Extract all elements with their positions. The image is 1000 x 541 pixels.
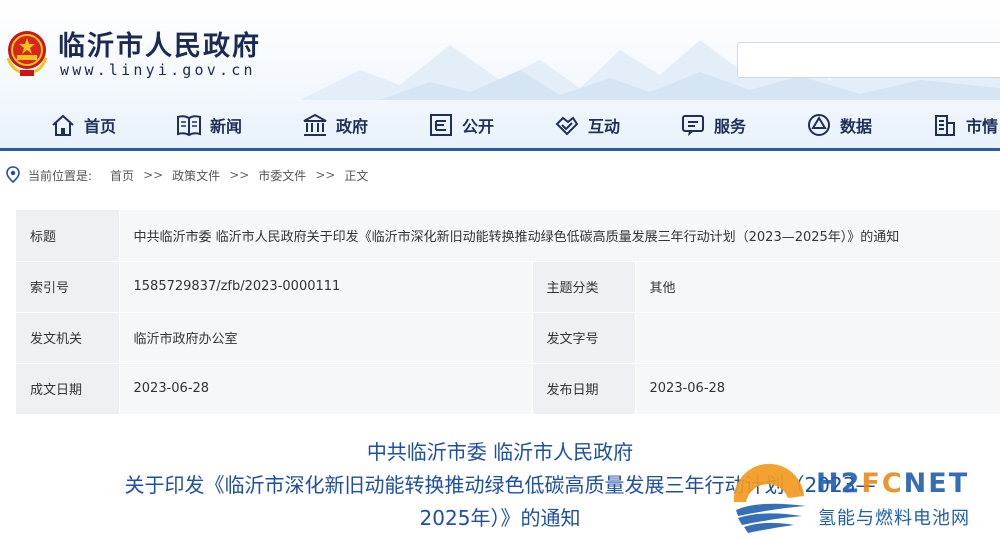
table-row: 成文日期 2023-06-28 发布日期 2023-06-28	[16, 363, 1000, 415]
nav-label: 服务	[714, 117, 747, 136]
main-nav: 首页 新闻 政府 公开 互动 服务 数据 市情	[0, 100, 1000, 148]
nav-item-interaction[interactable]: 互动	[554, 110, 620, 140]
breadcrumb-committee-docs[interactable]: 市委文件	[258, 167, 306, 184]
site-title[interactable]: 临沂市人民政府	[58, 24, 261, 63]
nav-label: 公开	[462, 117, 495, 136]
breadcrumb-prefix: 当前位置是:	[28, 168, 93, 183]
disclosure-icon	[430, 114, 452, 136]
nav-item-home[interactable]: 首页	[50, 110, 116, 140]
title-label: 标题	[16, 210, 119, 262]
watermark-brand-fc: FC	[861, 468, 904, 499]
table-row: 索引号 1585729837/zfb/2023-0000111 主题分类 其他	[16, 261, 1000, 313]
watermark-logo-icon	[733, 463, 806, 533]
document-number-value	[634, 312, 1000, 364]
table-row: 标题 中共临沂市委 临沂市人民政府关于印发《临沂市深化新旧动能转换推动绿色低碳高…	[16, 210, 1000, 262]
search-input[interactable]	[737, 42, 1000, 78]
data-icon	[808, 114, 830, 136]
breadcrumb-policy-docs[interactable]: 政策文件	[172, 167, 220, 184]
nav-item-news[interactable]: 新闻	[176, 110, 242, 140]
nav-label: 首页	[84, 117, 117, 136]
index-label: 索引号	[16, 261, 119, 313]
service-icon	[682, 115, 704, 136]
topic-label: 主题分类	[531, 261, 635, 313]
document-number-label: 发文字号	[531, 312, 635, 364]
site-url[interactable]: www.linyi.gov.cn	[60, 61, 256, 79]
breadcrumb-current: 正文	[344, 168, 369, 183]
nav-label: 新闻	[210, 117, 243, 136]
table-row: 发文机关 临沂市政府办公室 发文字号	[16, 312, 1000, 364]
title-value: 中共临沂市委 临沂市人民政府关于印发《临沂市深化新旧动能转换推动绿色低碳高质量发…	[118, 210, 1000, 262]
nav-label: 政府	[336, 117, 369, 136]
nav-label: 市情	[966, 117, 999, 136]
nav-item-disclosure[interactable]: 公开	[428, 110, 494, 140]
watermark-subtitle: 氢能与燃料电池网	[818, 508, 970, 529]
index-value: 1585729837/zfb/2023-0000111	[118, 261, 532, 313]
interaction-icon	[555, 116, 579, 136]
published-date-value: 2023-06-28	[634, 363, 1000, 415]
created-date-label: 成文日期	[16, 363, 119, 415]
news-icon	[177, 115, 201, 137]
home-icon	[52, 114, 74, 136]
nav-item-government[interactable]: 政府	[302, 110, 368, 140]
breadcrumb: 当前位置是: 首页 >> 政策文件 >> 市委文件 >> 正文	[0, 160, 368, 190]
watermark-brand-h2: H2	[816, 468, 862, 499]
breadcrumb-separator: >>	[143, 168, 164, 182]
watermark-brand: H2FCNET	[816, 468, 969, 499]
city-icon	[935, 115, 955, 136]
nav-label: 互动	[588, 117, 621, 136]
location-pin-icon	[6, 166, 20, 184]
government-icon	[303, 113, 327, 136]
published-date-label: 发布日期	[531, 363, 635, 415]
nav-underline	[0, 148, 1000, 151]
watermark: H2FCNET 氢能与燃料电池网	[728, 462, 1000, 541]
issuer-label: 发文机关	[16, 312, 119, 364]
nav-label: 数据	[840, 117, 873, 136]
site-header: 临沂市人民政府 www.linyi.gov.cn 首页 新闻 政府 公开 互动 …	[0, 0, 1000, 150]
nav-item-service[interactable]: 服务	[680, 110, 746, 140]
watermark-brand-net: NET	[903, 468, 970, 499]
nav-item-data[interactable]: 数据	[806, 110, 872, 140]
nav-item-city[interactable]: 市情	[932, 110, 998, 140]
topic-value: 其他	[634, 261, 1000, 313]
breadcrumb-home[interactable]: 首页	[110, 167, 134, 184]
breadcrumb-separator: >>	[315, 168, 336, 182]
created-date-value: 2023-06-28	[118, 363, 532, 415]
issuer-value: 临沂市政府办公室	[118, 312, 532, 364]
document-info-table: 标题 中共临沂市委 临沂市人民政府关于印发《临沂市深化新旧动能转换推动绿色低碳高…	[16, 210, 1000, 415]
breadcrumb-separator: >>	[229, 168, 250, 182]
national-emblem-icon	[6, 31, 48, 76]
